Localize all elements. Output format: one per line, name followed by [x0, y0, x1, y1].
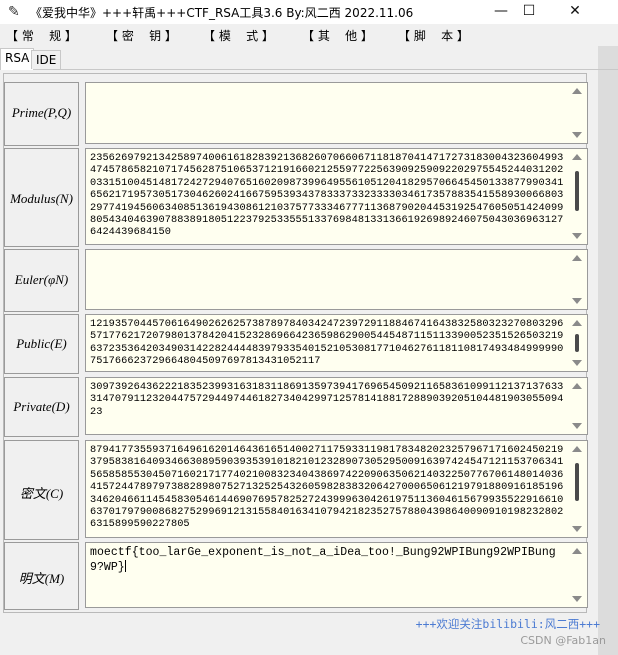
private-label: Private(D) — [13, 399, 70, 414]
prime-label-box: Prime(P,Q) — [4, 82, 79, 146]
scroll-down-icon[interactable] — [572, 360, 582, 366]
prime-label: Prime(P,Q) — [11, 105, 72, 120]
ciphertext-row: 密文(C) 8794177355937164961620146436165140… — [4, 440, 588, 540]
modulus-row: Modulus(N) 23562697921342589740061618283… — [4, 148, 588, 247]
window-right-edge — [598, 24, 618, 655]
watermark: CSDN @Fab1an — [520, 634, 606, 647]
public-input[interactable]: 1219357044570616490262625738789784034247… — [85, 314, 571, 372]
menu-bar: 【 常 规 】 【 密 钥 】 【 模 式 】 【 其 他 】 【 脚 本 】 — [0, 24, 618, 46]
euler-label-box: Euler(φN) — [4, 249, 79, 312]
modulus-value: 2356269792134258974006161828392136826070… — [90, 152, 564, 239]
tab-strip: RSA IDE — [0, 48, 618, 70]
plaintext-row: 明文(M) moectf{too_larGe_exponent_is_not_a… — [4, 542, 588, 610]
modulus-input[interactable]: 2356269792134258974006161828392136826070… — [85, 148, 571, 245]
prime-input[interactable] — [85, 82, 571, 144]
modulus-label-box: Modulus(N) — [4, 148, 79, 247]
public-label-box: Public(E) — [4, 314, 79, 374]
modulus-scrollbar[interactable] — [569, 148, 588, 245]
public-scrollbar[interactable] — [569, 314, 588, 372]
feather-icon: ✎ — [8, 4, 20, 20]
plaintext-value: moectf{too_larGe_exponent_is_not_a_iDea_… — [90, 546, 566, 575]
tab-rsa[interactable]: RSA — [0, 48, 35, 70]
tab-ide[interactable]: IDE — [31, 50, 62, 69]
ciphertext-scrollbar[interactable] — [569, 440, 588, 538]
scroll-up-icon[interactable] — [572, 548, 582, 554]
scroll-up-icon[interactable] — [572, 446, 582, 452]
scroll-up-icon[interactable] — [572, 88, 582, 94]
scroll-down-icon[interactable] — [572, 526, 582, 532]
euler-input[interactable] — [85, 249, 571, 310]
ciphertext-input[interactable]: 8794177355937164961620146436165140027117… — [85, 440, 571, 538]
ciphertext-label: 密文(C) — [19, 486, 64, 501]
close-button[interactable]: ✕ — [552, 0, 598, 24]
modulus-label: Modulus(N) — [10, 191, 73, 206]
scroll-down-icon[interactable] — [572, 132, 582, 138]
ciphertext-value: 8794177355937164961620146436165140027117… — [90, 444, 564, 531]
public-value: 1219357044570616490262625738789784034247… — [90, 318, 564, 368]
scroll-up-icon[interactable] — [572, 154, 582, 160]
public-label: Public(E) — [16, 336, 67, 351]
prime-row: Prime(P,Q) — [4, 82, 588, 146]
euler-row: Euler(φN) — [4, 249, 588, 312]
window-title: 《爱我中华》+++轩禹+++CTF_RSA工具3.6 By:风二西 2022.1… — [30, 6, 414, 20]
scroll-down-icon[interactable] — [572, 596, 582, 602]
title-bar: ✎ 《爱我中华》+++轩禹+++CTF_RSA工具3.6 By:风二西 2022… — [0, 0, 618, 24]
scroll-up-icon[interactable] — [572, 383, 582, 389]
scroll-down-icon[interactable] — [572, 298, 582, 304]
plaintext-label: 明文(M) — [18, 571, 65, 586]
private-input[interactable]: 3097392643622218352399316318311869135973… — [85, 377, 571, 435]
plaintext-input[interactable]: moectf{too_larGe_exponent_is_not_a_iDea_… — [85, 542, 571, 608]
scroll-thumb[interactable] — [575, 334, 579, 352]
scroll-up-icon[interactable] — [572, 255, 582, 261]
scroll-down-icon[interactable] — [572, 423, 582, 429]
plaintext-scrollbar[interactable] — [569, 542, 588, 608]
menu-other[interactable]: 【 其 他 】 — [302, 27, 373, 44]
scroll-down-icon[interactable] — [572, 233, 582, 239]
prime-scrollbar[interactable] — [569, 82, 588, 144]
plaintext-text: moectf{too_larGe_exponent_is_not_a_iDea_… — [90, 546, 556, 574]
menu-mode[interactable]: 【 模 式 】 — [203, 27, 274, 44]
maximize-button[interactable]: ☐ — [506, 0, 552, 24]
text-cursor — [124, 560, 126, 572]
footer-text: +++欢迎关注bilibili:风二西+++ — [415, 617, 600, 631]
scroll-up-icon[interactable] — [572, 320, 582, 326]
private-label-box: Private(D) — [4, 377, 79, 437]
plaintext-label-box: 明文(M) — [4, 542, 79, 610]
menu-key[interactable]: 【 密 钥 】 — [106, 27, 177, 44]
private-scrollbar[interactable] — [569, 377, 588, 435]
ciphertext-label-box: 密文(C) — [4, 440, 79, 540]
euler-scrollbar[interactable] — [569, 249, 588, 310]
euler-label: Euler(φN) — [14, 272, 69, 287]
private-value: 3097392643622218352399316318311869135973… — [90, 381, 564, 418]
public-row: Public(E) 121935704457061649026262573878… — [4, 314, 588, 374]
menu-general[interactable]: 【 常 规 】 — [6, 27, 77, 44]
private-row: Private(D) 30973926436222183523993163183… — [4, 377, 588, 437]
menu-script[interactable]: 【 脚 本 】 — [398, 27, 469, 44]
scroll-thumb[interactable] — [575, 171, 579, 211]
scroll-thumb[interactable] — [575, 463, 579, 501]
